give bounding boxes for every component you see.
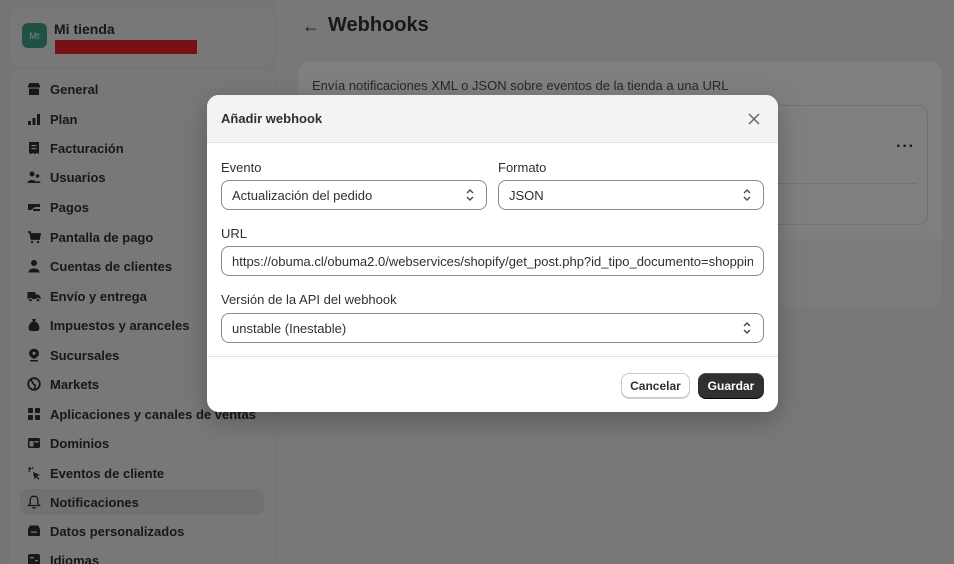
dialog-header: Añadir webhook xyxy=(207,95,778,143)
add-webhook-dialog: Añadir webhook Evento Actualización del … xyxy=(207,95,778,412)
chevron-up-down-icon xyxy=(741,188,753,202)
cancel-button[interactable]: Cancelar xyxy=(621,373,690,398)
save-button[interactable]: Guardar xyxy=(698,373,764,398)
format-select[interactable]: JSON xyxy=(498,180,764,210)
dialog-title: Añadir webhook xyxy=(221,111,323,126)
chevron-up-down-icon xyxy=(464,188,476,202)
chevron-up-down-icon xyxy=(741,321,753,335)
format-select-value: JSON xyxy=(509,187,544,203)
api-version-label: Versión de la API del webhook xyxy=(221,292,397,307)
api-version-select[interactable]: unstable (Inestable) xyxy=(221,313,764,343)
event-label: Evento xyxy=(221,160,262,175)
event-select[interactable]: Actualización del pedido xyxy=(221,180,487,210)
dialog-footer-divider xyxy=(207,356,778,357)
format-label: Formato xyxy=(498,160,547,175)
close-button[interactable] xyxy=(744,109,764,129)
api-version-select-value: unstable (Inestable) xyxy=(232,320,347,336)
event-select-value: Actualización del pedido xyxy=(232,187,373,203)
url-label: URL xyxy=(221,226,248,241)
close-icon xyxy=(748,113,760,125)
url-input[interactable] xyxy=(221,246,764,276)
